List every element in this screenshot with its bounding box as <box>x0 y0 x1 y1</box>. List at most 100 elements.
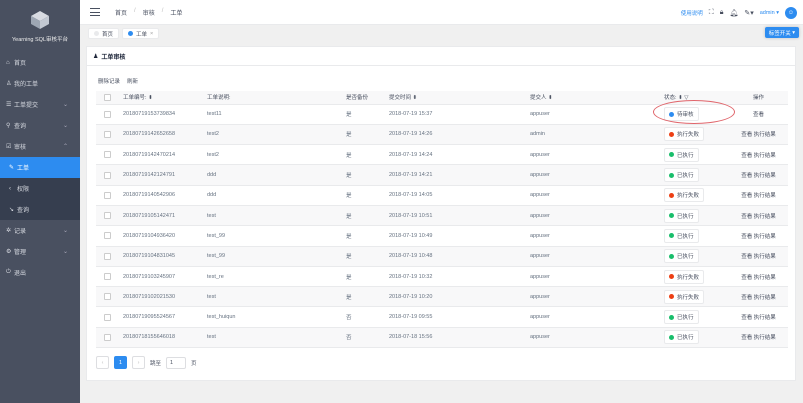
sort-icon[interactable]: ⬍ <box>413 95 418 101</box>
row-checkbox[interactable] <box>96 286 123 308</box>
view-button[interactable]: 查看 <box>741 234 752 240</box>
delete-records-button[interactable]: 删除记录 <box>98 77 120 85</box>
lock-icon[interactable]: 🔒︎ <box>720 9 724 17</box>
status-badge: 待审核 <box>664 107 699 122</box>
cube-logo-icon <box>31 11 49 29</box>
sort-icon[interactable]: ⬍ <box>148 95 153 101</box>
result-button[interactable]: 执行结果 <box>754 132 776 138</box>
view-button[interactable]: 查看 <box>741 132 752 138</box>
tag-current[interactable]: 工单 × <box>122 28 160 39</box>
card-title: ♟ 工单审核 <box>87 47 795 66</box>
sidebar-item-permission[interactable]: ‹ 权限 <box>0 178 80 199</box>
row-checkbox[interactable] <box>96 144 123 166</box>
page-1-button[interactable]: 1 <box>114 356 127 369</box>
row-checkbox[interactable] <box>96 225 123 247</box>
sidebar-item-my-orders[interactable]: ♙ 我的工单 <box>0 73 80 94</box>
column-header-time[interactable]: 提交时间 ⬍ <box>389 91 530 105</box>
result-button[interactable]: 执行结果 <box>754 295 776 301</box>
avatar[interactable]: ☺ <box>785 6 797 19</box>
table-row[interactable]: 20180719103245907 test_re 是 2018-07-19 10:3… <box>96 266 788 288</box>
sort-icon[interactable]: ⬍ <box>548 95 553 101</box>
column-header-user[interactable]: 提交人 ⬍ <box>530 91 664 105</box>
select-all-checkbox[interactable] <box>96 91 123 105</box>
view-button[interactable]: 查看 <box>741 193 752 199</box>
tag-toggle-button[interactable]: 标签开关 ▾ <box>764 27 799 38</box>
sidebar-item-order-submit[interactable]: ☰ 工单提交 ⌄ <box>0 94 80 115</box>
sidebar-item-manage[interactable]: ⚙ 管理 ⌄ <box>0 241 80 262</box>
close-icon[interactable]: × <box>150 31 153 37</box>
cell-status: 执行失败 <box>664 286 729 308</box>
result-button[interactable]: 执行结果 <box>754 214 776 220</box>
sidebar-item-label: 查询 <box>14 124 27 130</box>
sidebar-item-orders[interactable]: ✎ 工单 <box>0 157 80 178</box>
row-checkbox[interactable] <box>96 327 123 349</box>
result-button[interactable]: 执行结果 <box>754 275 776 281</box>
cell-ops: 查看 执行结果 <box>729 327 788 349</box>
view-button[interactable]: 查看 <box>741 254 752 260</box>
table-row[interactable]: 20180719153739834 test11 是 2018-07-19 15:37… <box>96 104 788 125</box>
cell-id: 20180719104936420 <box>123 225 207 247</box>
view-button[interactable]: 查看 <box>741 214 752 220</box>
result-button[interactable]: 执行结果 <box>754 193 776 199</box>
table-row[interactable]: 20180719105142471 test 是 2018-07-19 10:51 ap… <box>96 205 788 227</box>
cell-status: 执行失败 <box>664 124 729 146</box>
result-button[interactable]: 执行结果 <box>754 315 776 321</box>
table-row[interactable]: 20180719142470214 test2 是 2018-07-19 14:24 a… <box>96 144 788 166</box>
menu-toggle-icon[interactable] <box>90 8 100 16</box>
result-button[interactable]: 执行结果 <box>754 153 776 159</box>
sidebar-item-audit[interactable]: ☑ 审核 ⌃ <box>0 136 80 157</box>
sidebar-item-logout[interactable]: ⏻ 退出 <box>0 262 80 283</box>
cell-id: 20180719153739834 <box>123 104 207 125</box>
table-row[interactable]: 20180719142652658 test2 是 2018-07-19 14:26 a… <box>96 124 788 146</box>
table-row[interactable]: 20180719102021530 test 是 2018-07-19 10:20 ap… <box>96 286 788 308</box>
fullscreen-icon[interactable]: ⛶ <box>709 9 714 17</box>
next-page-button[interactable]: › <box>132 356 145 369</box>
view-button[interactable]: 查看 <box>753 112 764 118</box>
row-checkbox[interactable] <box>96 246 123 267</box>
cell-status: 执行失败 <box>664 185 729 206</box>
view-button[interactable]: 查看 <box>741 275 752 281</box>
refresh-button[interactable]: 刷新 <box>127 77 138 85</box>
column-header-status[interactable]: 状态: ⬍ ▽ <box>664 91 729 105</box>
sidebar-item-query[interactable]: ⚲ 查询 ⌄ <box>0 115 80 136</box>
sort-icon[interactable]: ⬍ <box>678 95 683 101</box>
view-button[interactable]: 查看 <box>741 153 752 159</box>
result-button[interactable]: 执行结果 <box>754 173 776 179</box>
column-header-id[interactable]: 工单编号: ⬍ <box>123 91 207 105</box>
view-button[interactable]: 查看 <box>741 315 752 321</box>
sidebar-item-home[interactable]: ⌂ 首页 <box>0 52 80 73</box>
table-row[interactable]: 20180719140542906 ddd 是 2018-07-19 14:05 app… <box>96 185 788 206</box>
row-checkbox[interactable] <box>96 205 123 227</box>
row-checkbox[interactable] <box>96 185 123 206</box>
sidebar-item-records[interactable]: ✲ 记录 ⌄ <box>0 220 80 241</box>
breadcrumb-audit[interactable]: 审核 <box>143 8 155 17</box>
breadcrumb-home[interactable]: 首页 <box>115 8 127 17</box>
table-row[interactable]: 20180718155646018 test 否 2018-07-18 15:56 ap… <box>96 327 788 349</box>
row-checkbox[interactable] <box>96 266 123 288</box>
theme-icon[interactable]: ✎▾ <box>744 9 753 17</box>
help-link[interactable]: 使用说明 <box>681 9 703 17</box>
row-checkbox[interactable] <box>96 124 123 146</box>
row-checkbox[interactable] <box>96 306 123 328</box>
view-button[interactable]: 查看 <box>741 173 752 179</box>
view-button[interactable]: 查看 <box>741 335 752 341</box>
bell-icon[interactable]: 🔔︎ <box>729 9 738 17</box>
result-button[interactable]: 执行结果 <box>754 254 776 260</box>
jump-page-input[interactable]: 1 <box>166 356 187 369</box>
prev-page-button[interactable]: ‹ <box>96 356 109 369</box>
row-checkbox[interactable] <box>96 164 123 186</box>
result-button[interactable]: 执行结果 <box>754 234 776 240</box>
table-row[interactable]: 20180719104831045 test_99 是 2018-07-19 10:4… <box>96 246 788 267</box>
orders-table: 工单编号: ⬍ 工单说明: 是否备份 提交时间 ⬍ 提交人 ⬍ 状态: ⬍ ▽ … <box>96 91 788 349</box>
table-row[interactable]: 20180719095524567 test_huiqun 否 2018-07-19 … <box>96 306 788 328</box>
result-button[interactable]: 执行结果 <box>754 335 776 341</box>
filter-icon[interactable]: ▽ <box>684 95 688 101</box>
sidebar-item-audit-query[interactable]: ↘ 查询 <box>0 199 80 220</box>
row-checkbox[interactable] <box>96 104 123 125</box>
cell-status: 已执行 <box>664 327 729 349</box>
table-row[interactable]: 20180719142124791 ddd 是 2018-07-19 14:21 app… <box>96 164 788 186</box>
view-button[interactable]: 查看 <box>741 295 752 301</box>
tag-home[interactable]: 首页 <box>88 28 120 39</box>
user-menu[interactable]: admin ▾ <box>760 10 779 16</box>
table-row[interactable]: 20180719104936420 test_99 是 2018-07-19 10:4… <box>96 225 788 247</box>
